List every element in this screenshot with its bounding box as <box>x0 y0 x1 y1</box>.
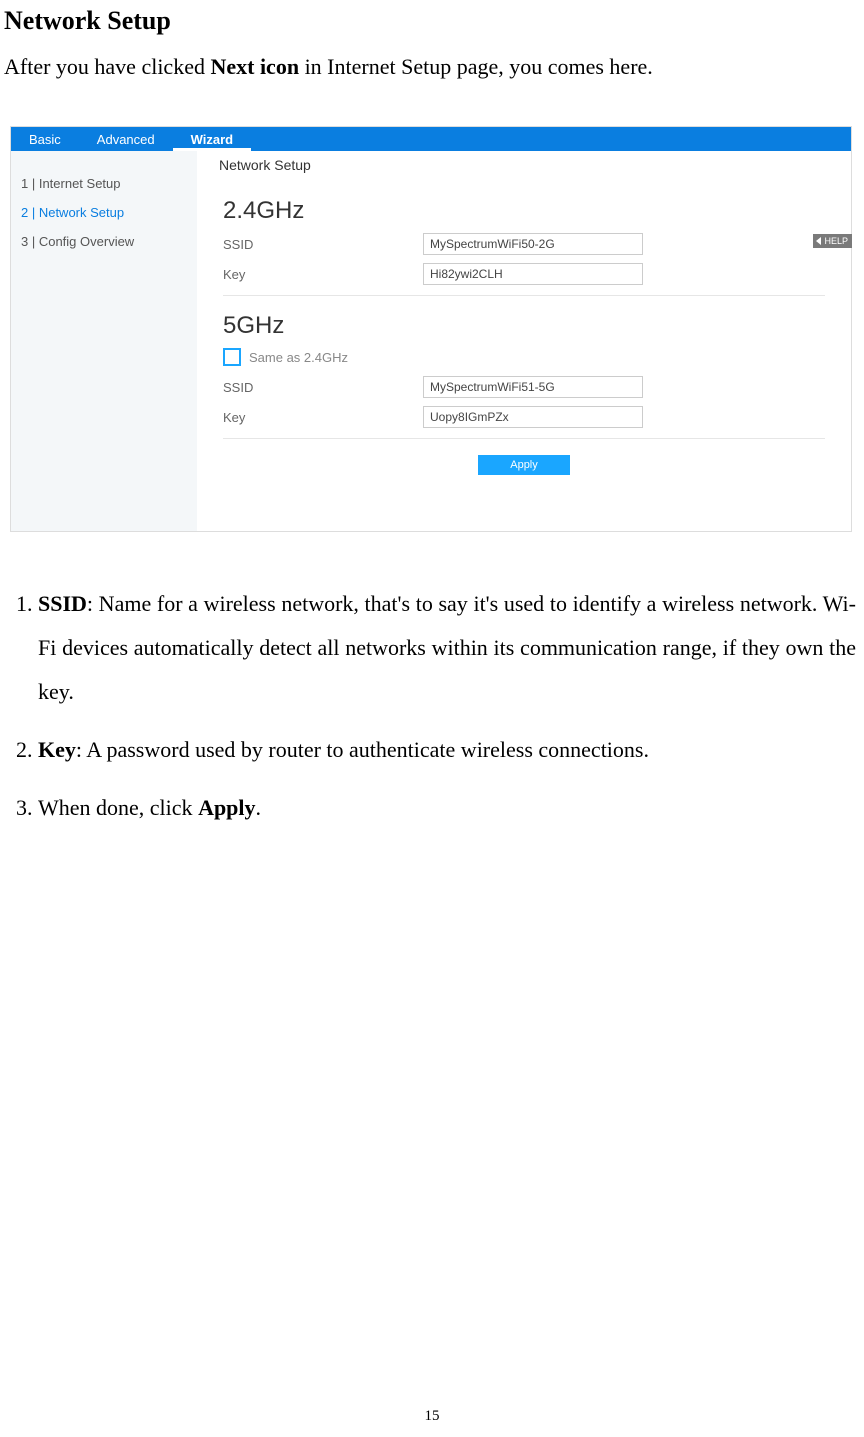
divider <box>223 295 825 296</box>
intro-text-post: in Internet Setup page, you comes here. <box>299 54 653 79</box>
tab-advanced[interactable]: Advanced <box>79 127 173 151</box>
li2-bold: Key <box>38 737 76 762</box>
router-screenshot: Basic Advanced Wizard HELP 1 | Internet … <box>10 126 852 532</box>
page-title: Network Setup <box>4 6 856 36</box>
label-5-key: Key <box>223 410 423 425</box>
page-number: 15 <box>0 1408 864 1425</box>
input-24-key[interactable] <box>423 263 643 285</box>
input-24-ssid[interactable] <box>423 233 643 255</box>
tab-wizard[interactable]: Wizard <box>173 127 252 151</box>
li1-text: : Name for a wireless network, that's to… <box>38 591 856 704</box>
sidebar-item-config-overview[interactable]: 3 | Config Overview <box>11 227 197 256</box>
label-same-as-24: Same as 2.4GHz <box>249 350 348 365</box>
sidebar-item-internet-setup[interactable]: 1 | Internet Setup <box>11 169 197 198</box>
tab-basic[interactable]: Basic <box>11 127 79 151</box>
intro-bold: Next icon <box>210 54 299 79</box>
li3-bold: Apply <box>198 795 255 820</box>
input-5-ssid[interactable] <box>423 376 643 398</box>
li1-bold: SSID <box>38 591 87 616</box>
li3-post: . <box>256 795 262 820</box>
label-24-key: Key <box>223 267 423 282</box>
list-item-2: Key: A password used by router to authen… <box>38 728 856 772</box>
heading-5ghz: 5GHz <box>223 312 825 340</box>
intro-paragraph: After you have clicked Next icon in Inte… <box>4 54 856 80</box>
list-item-3: When done, click Apply. <box>38 786 856 830</box>
checkbox-same-as-24[interactable] <box>223 348 241 366</box>
sidebar-item-network-setup[interactable]: 2 | Network Setup <box>11 198 197 227</box>
main-panel: Network Setup 2.4GHz SSID Key 5GHz Same … <box>197 151 851 531</box>
description-list: SSID: Name for a wireless network, that'… <box>4 582 856 830</box>
top-tab-bar: Basic Advanced Wizard <box>11 127 851 151</box>
apply-button[interactable]: Apply <box>478 455 570 475</box>
input-5-key[interactable] <box>423 406 643 428</box>
same-as-24-row[interactable]: Same as 2.4GHz <box>223 348 825 366</box>
panel-title: Network Setup <box>219 157 825 173</box>
list-item-1: SSID: Name for a wireless network, that'… <box>38 582 856 714</box>
divider <box>223 438 825 439</box>
heading-24ghz: 2.4GHz <box>223 197 825 225</box>
intro-text-pre: After you have clicked <box>4 54 210 79</box>
li3-pre: When done, click <box>38 795 198 820</box>
wizard-sidebar: 1 | Internet Setup 2 | Network Setup 3 |… <box>11 151 197 531</box>
label-24-ssid: SSID <box>223 237 423 252</box>
li2-text: : A password used by router to authentic… <box>76 737 649 762</box>
label-5-ssid: SSID <box>223 380 423 395</box>
